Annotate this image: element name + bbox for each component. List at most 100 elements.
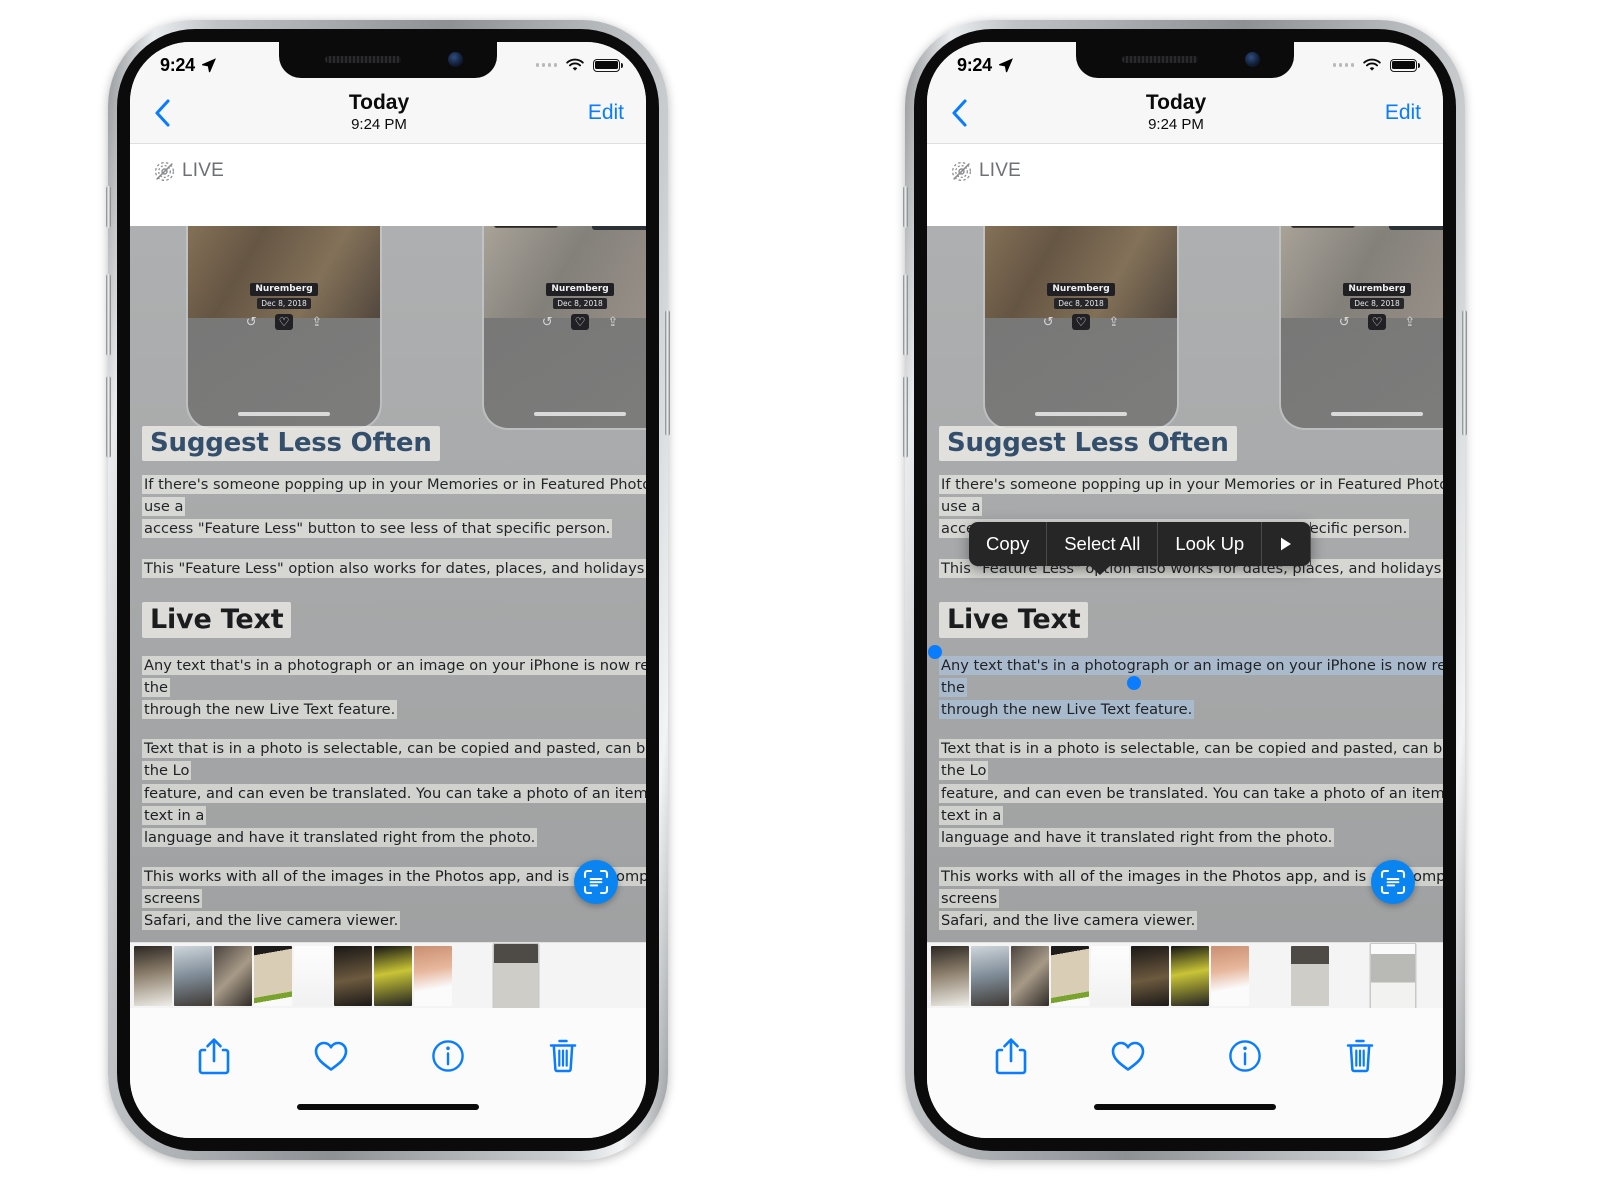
earpiece-speaker-icon [1122,56,1198,63]
list-item[interactable] [254,945,292,1006]
heart-icon [314,1041,348,1071]
share-button[interactable] [994,1037,1028,1075]
photo-filmstrip[interactable] [927,942,1443,1008]
share-button[interactable] [197,1037,231,1075]
mockup-caption: Nuremberg Dec 8, 2018 [484,276,646,309]
delete-button[interactable] [1344,1038,1376,1074]
context-menu-select-all[interactable]: Select All [1047,522,1159,566]
paragraph-5: This works with all of the images in the… [142,866,646,933]
nav-title-block: Today 9:24 PM [206,90,552,134]
power-button[interactable] [665,310,670,436]
power-button[interactable] [1462,310,1467,436]
list-item[interactable] [374,945,412,1006]
photo-viewer[interactable]: Nuremberg Dec 8, 2018 ↺ ♡ ⇪ Nuremberg De… [130,226,646,942]
list-item[interactable] [334,945,372,1006]
filmstrip-wrap [927,942,1443,1008]
live-badge-bar: LIVE [927,144,1443,226]
list-item[interactable] [174,945,212,1006]
live-text-scan-button[interactable] [1371,860,1415,904]
photo-viewer[interactable]: Nuremberg Dec 8, 2018 ↺ ♡ ⇪ Nuremberg De… [927,226,1443,942]
list-item[interactable] [134,945,172,1006]
battery-full-icon [593,58,623,72]
chevron-left-icon [155,98,170,127]
mockup-tile-orlando [1389,226,1443,230]
list-item[interactable] [1011,945,1049,1006]
mute-switch[interactable] [106,186,111,228]
text-line: Any text that's in a photograph or an im… [142,655,646,697]
nav-bar: Today 9:24 PM Edit [927,82,1443,144]
cellular-dots-icon [1332,63,1354,67]
text-line: This works with all of the images in the… [939,867,1443,909]
location-arrow-icon [998,58,1013,73]
location-arrow-icon [201,58,216,73]
info-button[interactable] [1228,1039,1262,1073]
context-menu-more-button[interactable] [1262,522,1312,566]
trash-icon [549,1039,577,1073]
home-indicator[interactable] [297,1104,479,1110]
info-button[interactable] [431,1039,465,1073]
heading-live-text: Live Text [142,601,292,638]
list-item[interactable] [1171,945,1209,1006]
list-item-spacer [454,946,492,1006]
page-title: Today [348,90,410,114]
back-button[interactable] [152,97,206,129]
text-line: If there's someone popping up in your Me… [939,475,1443,517]
home-indicator[interactable] [1094,1104,1276,1110]
text-line: Text that is in a photo is selectable, c… [939,739,1443,781]
text-line: Any text that's in a photograph or an im… [939,655,1443,697]
share-icon [198,1038,230,1075]
list-item[interactable] [1291,945,1329,1006]
notch [1076,42,1294,78]
volume-up-button[interactable] [903,274,908,356]
list-item-selected[interactable] [494,943,538,1008]
edit-button[interactable]: Edit [1349,101,1421,125]
mockup-phone-2: Nuremberg Dec 8, 2018 ↺ ♡ ⇪ [482,226,646,430]
mockup-home-indicator [1331,412,1423,416]
list-item[interactable] [1131,945,1169,1006]
paragraph-3-selected[interactable]: Any text that's in a photograph or an im… [928,644,1443,722]
context-menu-look-up[interactable]: Look Up [1158,522,1263,566]
favorite-button[interactable] [1110,1039,1146,1073]
live-badge-bar: LIVE [130,144,646,226]
live-badge[interactable]: LIVE [154,160,224,182]
favorite-button[interactable] [313,1039,349,1073]
list-item[interactable] [1091,945,1129,1006]
mockup-home-indicator [1035,412,1127,416]
list-item[interactable] [214,945,252,1006]
list-item[interactable] [931,945,969,1006]
list-item[interactable] [294,945,332,1006]
share-icon: ⇪ [607,314,619,330]
mockup-actions: ↺ ♡ ⇪ [484,314,646,330]
list-item-selected[interactable] [1371,943,1415,1008]
photo-filmstrip[interactable] [130,942,646,1008]
bottom-toolbar [927,1008,1443,1104]
rotate-icon: ↺ [245,314,257,330]
volume-down-button[interactable] [903,376,908,458]
mockup-actions: ↺ ♡ ⇪ [1281,314,1443,330]
volume-up-button[interactable] [106,274,111,356]
heading-suggest-less-often: Suggest Less Often [142,426,440,461]
triangle-right-icon [1281,537,1292,551]
paragraph-3: Any text that's in a photograph or an im… [142,655,646,722]
list-item[interactable] [971,945,1009,1006]
live-badge-label: LIVE [979,160,1021,181]
back-button[interactable] [949,97,1003,129]
live-text-scan-button[interactable] [574,860,618,904]
mockup-phone-2: Nuremberg Dec 8, 2018 ↺ ♡ ⇪ [1279,226,1443,430]
heading-suggest-less-often: Suggest Less Often [939,426,1237,461]
bottom-toolbar [130,1008,646,1104]
edit-button[interactable]: Edit [552,101,624,125]
volume-down-button[interactable] [106,376,111,458]
list-item-spacer [1331,946,1369,1006]
text-selection-context-menu[interactable]: Copy Select All Look Up [969,522,1312,575]
text-line: This "Feature Less" option also works fo… [142,558,646,578]
list-item[interactable] [414,945,452,1006]
delete-button[interactable] [547,1038,579,1074]
context-menu-copy[interactable]: Copy [969,522,1048,566]
list-item[interactable] [1051,945,1089,1006]
mute-switch[interactable] [903,186,908,228]
heading-live-text: Live Text [939,601,1089,638]
live-badge[interactable]: LIVE [951,160,1021,182]
phone-screen: 9:24 Today 9:24 PM Edit LIVE Nuremberg D… [130,42,646,1138]
list-item[interactable] [1211,945,1249,1006]
